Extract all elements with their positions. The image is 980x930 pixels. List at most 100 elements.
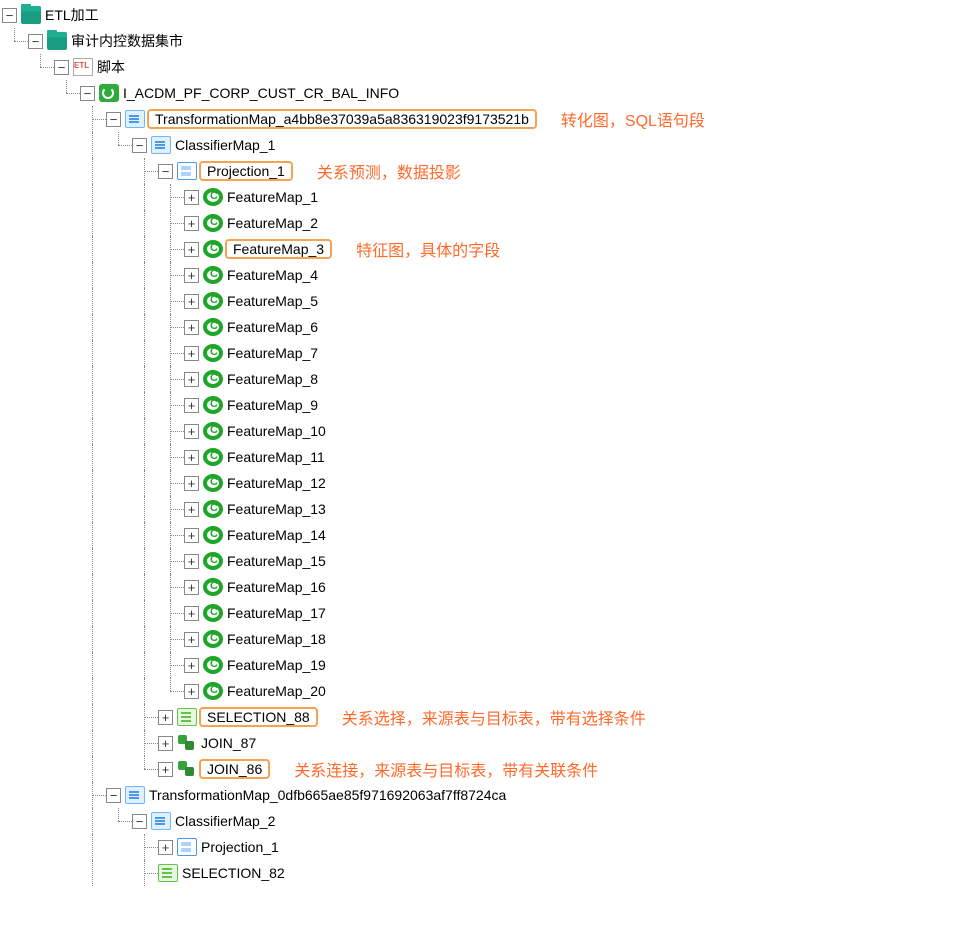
- tree-item-selection-88[interactable]: +SELECTION_88关系选择，来源表与目标表，带有选择条件: [2, 704, 978, 730]
- feature-map-icon: [203, 474, 223, 492]
- tree-item-feature[interactable]: + FeatureMap_12: [2, 470, 978, 496]
- tree-item-join-86[interactable]: + JOIN_86 关系连接，来源表与目标表，带有关联条件: [2, 756, 978, 782]
- tree-item-feature[interactable]: +FeatureMap_19: [2, 652, 978, 678]
- expand-collapse-toggle[interactable]: +: [184, 346, 199, 361]
- tree-item-feature[interactable]: +FeatureMap_6: [2, 314, 978, 340]
- transformation-map-icon: [125, 110, 145, 128]
- expand-collapse-toggle[interactable]: +: [184, 424, 199, 439]
- tree-item-label: FeatureMap_7: [225, 345, 320, 361]
- tree-item-audit-mart[interactable]: − 审计内控数据集市: [2, 28, 978, 54]
- transformation-map-icon: [125, 786, 145, 804]
- folder-icon: [21, 6, 41, 24]
- tree-item-feature[interactable]: + FeatureMap_8: [2, 366, 978, 392]
- feature-map-icon: [203, 500, 223, 518]
- feature-map-icon: [203, 214, 223, 232]
- tree-item-label: ClassifierMap_2: [173, 813, 277, 829]
- tree-item-feature[interactable]: +FeatureMap_17: [2, 600, 978, 626]
- expand-collapse-toggle[interactable]: +: [158, 710, 173, 725]
- expand-collapse-toggle[interactable]: +: [184, 554, 199, 569]
- feature-map-icon: [203, 240, 223, 258]
- expand-collapse-toggle[interactable]: +: [184, 476, 199, 491]
- expand-collapse-toggle[interactable]: +: [184, 294, 199, 309]
- tree-item-feature[interactable]: +FeatureMap_18: [2, 626, 978, 652]
- tree-item-feature[interactable]: + FeatureMap_10: [2, 418, 978, 444]
- tree-item-label: FeatureMap_5: [225, 293, 320, 309]
- expand-collapse-toggle[interactable]: −: [2, 8, 17, 23]
- expand-collapse-toggle[interactable]: +: [158, 736, 173, 751]
- tree-item-join-87[interactable]: + JOIN_87: [2, 730, 978, 756]
- expand-collapse-toggle[interactable]: +: [184, 372, 199, 387]
- tree-item-label: 审计内控数据集市: [69, 31, 185, 51]
- tree-item-label: FeatureMap_12: [225, 475, 328, 491]
- tree-item-label: FeatureMap_14: [225, 527, 328, 543]
- expand-collapse-toggle[interactable]: +: [184, 502, 199, 517]
- annotation-text: 转化图，SQL语句段: [561, 107, 705, 131]
- expand-collapse-toggle[interactable]: +: [158, 762, 173, 777]
- classifier-map-icon: [151, 136, 171, 154]
- expand-collapse-toggle[interactable]: +: [184, 606, 199, 621]
- tree-item-label: FeatureMap_8: [225, 371, 320, 387]
- tree-item-feature[interactable]: +FeatureMap_16: [2, 574, 978, 600]
- tree-item-label: FeatureMap_20: [225, 683, 328, 699]
- tree-item-etl-root[interactable]: − ETL加工: [2, 2, 978, 28]
- expand-collapse-toggle[interactable]: −: [132, 814, 147, 829]
- expand-collapse-toggle[interactable]: +: [158, 840, 173, 855]
- expand-collapse-toggle[interactable]: +: [184, 190, 199, 205]
- expand-collapse-toggle[interactable]: −: [54, 60, 69, 75]
- tree-item-feature[interactable]: + FeatureMap_20: [2, 678, 978, 704]
- tree-item-cmap-2[interactable]: − ClassifierMap_2: [2, 808, 978, 834]
- join-icon: [177, 760, 197, 778]
- expand-collapse-toggle[interactable]: −: [106, 788, 121, 803]
- annotation-text: 关系连接，来源表与目标表，带有关联条件: [294, 757, 598, 781]
- tree-item-feature[interactable]: +FeatureMap_3特征图，具体的字段: [2, 236, 978, 262]
- tree-item-label: FeatureMap_10: [225, 423, 328, 439]
- tree-item-feature[interactable]: + FeatureMap_7: [2, 340, 978, 366]
- tree-item-projection-2[interactable]: + Projection_1: [2, 834, 978, 860]
- tree-item-label: FeatureMap_1: [225, 189, 320, 205]
- tree-item-label: JOIN_86: [199, 759, 270, 779]
- expand-collapse-toggle[interactable]: −: [28, 34, 43, 49]
- tree-item-feature[interactable]: +FeatureMap_11: [2, 444, 978, 470]
- expand-collapse-toggle[interactable]: +: [184, 216, 199, 231]
- tree-item-label: JOIN_87: [199, 735, 258, 751]
- expand-collapse-toggle[interactable]: +: [184, 528, 199, 543]
- tree-item-tmap-2[interactable]: −TransformationMap_0dfb665ae85f971692063…: [2, 782, 978, 808]
- expand-collapse-toggle[interactable]: +: [184, 658, 199, 673]
- tree-item-label: Projection_1: [199, 839, 281, 855]
- tree-item-label: FeatureMap_9: [225, 397, 320, 413]
- tree-item-selection-82[interactable]: SELECTION_82: [2, 860, 978, 886]
- tree-item-projection-1[interactable]: −Projection_1关系预测，数据投影: [2, 158, 978, 184]
- expand-collapse-toggle[interactable]: +: [184, 242, 199, 257]
- tree-item-cmap-1[interactable]: −ClassifierMap_1: [2, 132, 978, 158]
- expand-collapse-toggle[interactable]: +: [184, 320, 199, 335]
- tree-item-feature[interactable]: + FeatureMap_14: [2, 522, 978, 548]
- annotation-text: 关系选择，来源表与目标表，带有选择条件: [342, 705, 646, 729]
- feature-map-icon: [203, 630, 223, 648]
- expand-collapse-toggle[interactable]: +: [184, 398, 199, 413]
- expand-collapse-toggle[interactable]: +: [184, 632, 199, 647]
- expand-collapse-toggle[interactable]: −: [106, 112, 121, 127]
- tree-item-feature[interactable]: + FeatureMap_1: [2, 184, 978, 210]
- tree-item-feature[interactable]: +FeatureMap_4: [2, 262, 978, 288]
- expand-collapse-toggle[interactable]: +: [184, 450, 199, 465]
- projection-icon: [177, 162, 197, 180]
- tree-item-tmap-1[interactable]: −TransformationMap_a4bb8e37039a5a8363190…: [2, 106, 978, 132]
- tree-item-feature[interactable]: + FeatureMap_5: [2, 288, 978, 314]
- tree-item-label: FeatureMap_15: [225, 553, 328, 569]
- expand-collapse-toggle[interactable]: +: [184, 684, 199, 699]
- annotation-text: 关系预测，数据投影: [317, 159, 461, 183]
- expand-collapse-toggle[interactable]: −: [80, 86, 95, 101]
- selection-icon: [177, 708, 197, 726]
- tree-item-feature[interactable]: +FeatureMap_13: [2, 496, 978, 522]
- expand-collapse-toggle[interactable]: +: [184, 268, 199, 283]
- tree-item-label: ETL加工: [43, 5, 101, 25]
- expand-collapse-toggle[interactable]: +: [184, 580, 199, 595]
- tree-item-feature[interactable]: +FeatureMap_2: [2, 210, 978, 236]
- expand-collapse-toggle[interactable]: −: [132, 138, 147, 153]
- expand-collapse-toggle[interactable]: −: [158, 164, 173, 179]
- tree-item-feature[interactable]: + FeatureMap_15: [2, 548, 978, 574]
- tree-item-scripts[interactable]: −脚本: [2, 54, 978, 80]
- tree-item-feature[interactable]: + FeatureMap_9: [2, 392, 978, 418]
- tree-item-job[interactable]: −I_ACDM_PF_CORP_CUST_CR_BAL_INFO: [2, 80, 978, 106]
- folder-icon: [47, 32, 67, 50]
